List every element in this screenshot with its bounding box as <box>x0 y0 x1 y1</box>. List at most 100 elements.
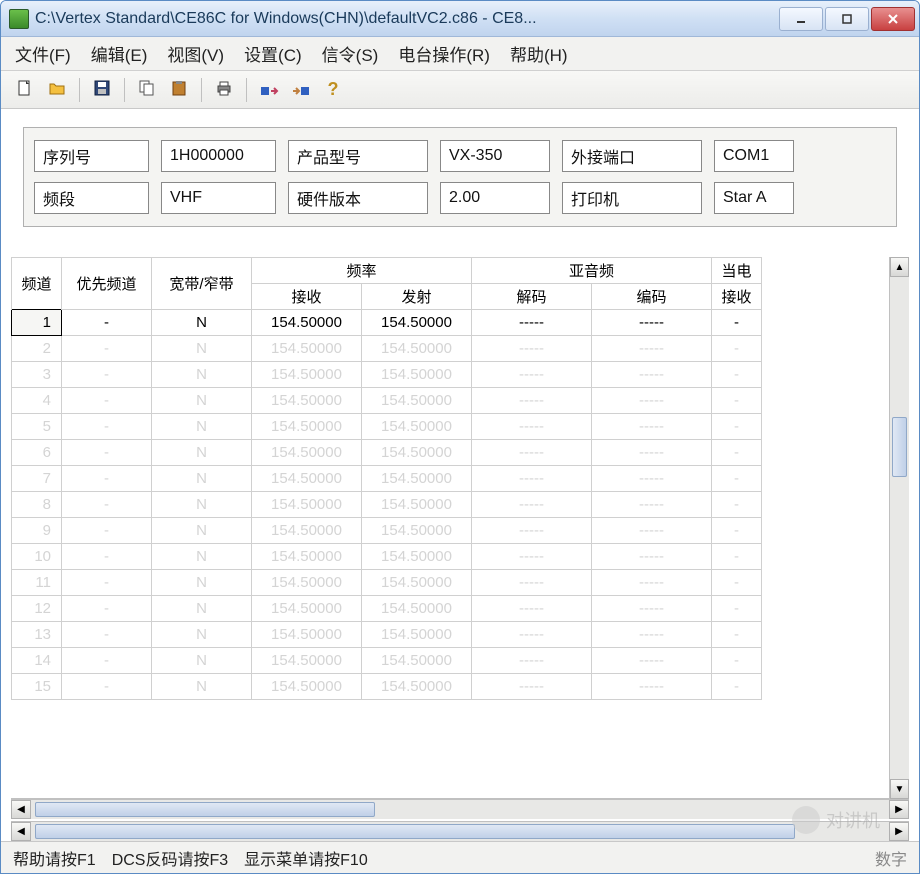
cell-priority[interactable]: - <box>62 596 152 622</box>
cell-decode[interactable]: ----- <box>472 544 592 570</box>
cell-tx[interactable]: 154.50000 <box>362 466 472 492</box>
cell-power-rx[interactable]: - <box>712 674 762 700</box>
cell-encode[interactable]: ----- <box>592 518 712 544</box>
cell-rx[interactable]: 154.50000 <box>252 414 362 440</box>
port-value[interactable]: COM1 <box>714 140 794 172</box>
col-priority[interactable]: 优先频道 <box>62 258 152 310</box>
prodtype-value[interactable]: VX-350 <box>440 140 550 172</box>
col-bandwidth[interactable]: 宽带/窄带 <box>152 258 252 310</box>
cell-encode[interactable]: ----- <box>592 362 712 388</box>
cell-rx[interactable]: 154.50000 <box>252 518 362 544</box>
menu-help[interactable]: 帮助(H) <box>510 41 568 66</box>
cell-power-rx[interactable]: - <box>712 362 762 388</box>
minimize-button[interactable] <box>779 7 823 31</box>
cell-decode[interactable]: ----- <box>472 440 592 466</box>
cell-encode[interactable]: ----- <box>592 310 712 336</box>
save-button[interactable] <box>88 76 116 104</box>
cell-rx[interactable]: 154.50000 <box>252 466 362 492</box>
cell-rx[interactable]: 154.50000 <box>252 310 362 336</box>
cell-priority[interactable]: - <box>62 570 152 596</box>
cell-bandwidth[interactable]: N <box>152 388 252 414</box>
cell-priority[interactable]: - <box>62 466 152 492</box>
cell-decode[interactable]: ----- <box>472 492 592 518</box>
table-row[interactable]: 14-N154.50000154.50000----------- <box>12 648 762 674</box>
cell-tx[interactable]: 154.50000 <box>362 388 472 414</box>
cell-encode[interactable]: ----- <box>592 466 712 492</box>
cell-priority[interactable]: - <box>62 440 152 466</box>
cell-bandwidth[interactable]: N <box>152 362 252 388</box>
cell-decode[interactable]: ----- <box>472 310 592 336</box>
col-tx[interactable]: 发射 <box>362 284 472 310</box>
cell-encode[interactable]: ----- <box>592 648 712 674</box>
cell-rx[interactable]: 154.50000 <box>252 570 362 596</box>
table-row[interactable]: 12-N154.50000154.50000----------- <box>12 596 762 622</box>
scroll-left-icon[interactable]: ◀ <box>11 822 31 841</box>
cell-encode[interactable]: ----- <box>592 440 712 466</box>
scroll-up-icon[interactable]: ▲ <box>890 257 909 277</box>
cell-encode[interactable]: ----- <box>592 544 712 570</box>
table-row[interactable]: 4-N154.50000154.50000----------- <box>12 388 762 414</box>
cell-bandwidth[interactable]: N <box>152 674 252 700</box>
menu-edit[interactable]: 编辑(E) <box>91 41 148 66</box>
table-row[interactable]: 2-N154.50000154.50000----------- <box>12 336 762 362</box>
cell-bandwidth[interactable]: N <box>152 492 252 518</box>
table-row[interactable]: 8-N154.50000154.50000----------- <box>12 492 762 518</box>
table-row[interactable]: 3-N154.50000154.50000----------- <box>12 362 762 388</box>
cell-tx[interactable]: 154.50000 <box>362 518 472 544</box>
new-button[interactable] <box>11 76 39 104</box>
cell-power-rx[interactable]: - <box>712 440 762 466</box>
cell-power-rx[interactable]: - <box>712 570 762 596</box>
col-rx[interactable]: 接收 <box>252 284 362 310</box>
maximize-button[interactable] <box>825 7 869 31</box>
menu-file[interactable]: 文件(F) <box>15 41 71 66</box>
cell-bandwidth[interactable]: N <box>152 518 252 544</box>
cell-channel[interactable]: 13 <box>12 622 62 648</box>
cell-bandwidth[interactable]: N <box>152 648 252 674</box>
cell-channel[interactable]: 8 <box>12 492 62 518</box>
cell-tx[interactable]: 154.50000 <box>362 492 472 518</box>
scroll-right-icon[interactable]: ▶ <box>889 822 909 841</box>
cell-decode[interactable]: ----- <box>472 336 592 362</box>
cell-encode[interactable]: ----- <box>592 414 712 440</box>
cell-encode[interactable]: ----- <box>592 674 712 700</box>
table-row[interactable]: 1-N154.50000154.50000----------- <box>12 310 762 336</box>
cell-power-rx[interactable]: - <box>712 648 762 674</box>
scroll-down-icon[interactable]: ▼ <box>890 779 909 799</box>
cell-priority[interactable]: - <box>62 310 152 336</box>
cell-priority[interactable]: - <box>62 674 152 700</box>
open-button[interactable] <box>43 76 71 104</box>
menu-signal[interactable]: 信令(S) <box>322 41 379 66</box>
cell-tx[interactable]: 154.50000 <box>362 596 472 622</box>
col-power-rx[interactable]: 接收 <box>712 284 762 310</box>
cell-bandwidth[interactable]: N <box>152 466 252 492</box>
cell-encode[interactable]: ----- <box>592 492 712 518</box>
table-row[interactable]: 11-N154.50000154.50000----------- <box>12 570 762 596</box>
table-row[interactable]: 15-N154.50000154.50000----------- <box>12 674 762 700</box>
cell-priority[interactable]: - <box>62 518 152 544</box>
cell-decode[interactable]: ----- <box>472 518 592 544</box>
close-button[interactable] <box>871 7 915 31</box>
cell-bandwidth[interactable]: N <box>152 414 252 440</box>
cell-rx[interactable]: 154.50000 <box>252 388 362 414</box>
cell-rx[interactable]: 154.50000 <box>252 336 362 362</box>
scroll-left-icon[interactable]: ◀ <box>11 800 31 819</box>
cell-channel[interactable]: 4 <box>12 388 62 414</box>
cell-tx[interactable]: 154.50000 <box>362 414 472 440</box>
cell-power-rx[interactable]: - <box>712 414 762 440</box>
hwver-value[interactable]: 2.00 <box>440 182 550 214</box>
cell-priority[interactable]: - <box>62 336 152 362</box>
table-row[interactable]: 13-N154.50000154.50000----------- <box>12 622 762 648</box>
cell-bandwidth[interactable]: N <box>152 596 252 622</box>
table-row[interactable]: 7-N154.50000154.50000----------- <box>12 466 762 492</box>
cell-encode[interactable]: ----- <box>592 622 712 648</box>
grid-vertical-scrollbar[interactable]: ▲ ▼ <box>889 257 909 799</box>
cell-channel[interactable]: 2 <box>12 336 62 362</box>
cell-encode[interactable]: ----- <box>592 336 712 362</box>
cell-priority[interactable]: - <box>62 492 152 518</box>
cell-power-rx[interactable]: - <box>712 388 762 414</box>
table-row[interactable]: 5-N154.50000154.50000----------- <box>12 414 762 440</box>
col-decode[interactable]: 解码 <box>472 284 592 310</box>
cell-power-rx[interactable]: - <box>712 310 762 336</box>
grid-horizontal-scrollbar[interactable]: ◀ ▶ <box>11 799 909 819</box>
colgroup-power[interactable]: 当电 <box>712 258 762 284</box>
